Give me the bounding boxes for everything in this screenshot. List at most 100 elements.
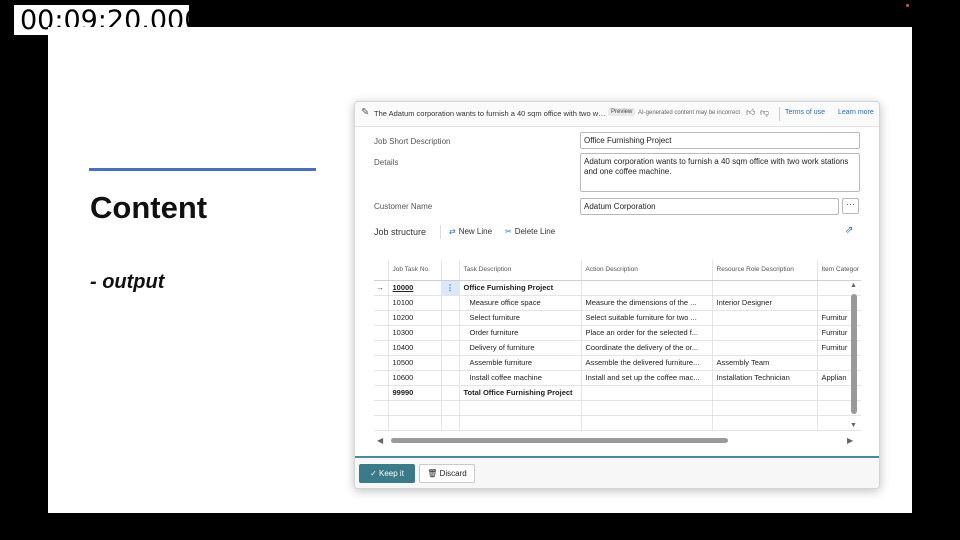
action-description-cell[interactable] — [581, 280, 713, 296]
empty-cell[interactable] — [388, 400, 442, 416]
resource-role-cell[interactable] — [712, 325, 818, 341]
table-row[interactable]: 10100 Measure office space Measure the d… — [374, 295, 861, 311]
vertical-scroll-thumb[interactable] — [851, 294, 857, 414]
scroll-left-icon[interactable]: ◀ — [377, 436, 383, 445]
thumbs-down-icon[interactable]: 👎︎ — [760, 107, 769, 118]
column-header-job-task-no[interactable]: Job Task No. — [388, 260, 442, 281]
empty-cell[interactable] — [581, 415, 713, 431]
row-menu-cell — [441, 325, 460, 341]
prompt-text[interactable]: The Adatum corporation wants to furnish … — [374, 109, 606, 118]
vertical-scrollbar[interactable]: ▲ ▼ — [850, 282, 858, 430]
customer-name-label: Customer Name — [374, 202, 433, 211]
empty-cell[interactable] — [459, 415, 582, 431]
row-menu-cell — [441, 295, 460, 311]
action-description-cell[interactable] — [581, 385, 713, 401]
row-marker-cell — [374, 370, 389, 386]
table-row[interactable]: 10600 Install coffee machine Install and… — [374, 370, 861, 386]
slide-accent-rule — [89, 168, 316, 171]
job-task-no-cell[interactable]: 10200 — [388, 310, 442, 326]
task-description-cell[interactable]: Select furniture — [459, 310, 582, 326]
resource-role-cell[interactable] — [712, 310, 818, 326]
job-task-no-cell[interactable]: 10100 — [388, 295, 442, 311]
row-marker-cell — [374, 385, 389, 401]
job-task-no-cell[interactable]: 99990 — [388, 385, 442, 401]
terms-of-use-link[interactable]: Terms of use — [785, 109, 825, 116]
row-menu-cell — [441, 370, 460, 386]
task-description-cell[interactable]: Measure office space — [459, 295, 582, 311]
scroll-up-icon[interactable]: ▲ — [850, 282, 857, 289]
row-menu-cell — [441, 355, 460, 371]
thumbs-up-icon[interactable]: 👍︎ — [746, 107, 755, 118]
empty-cell — [441, 400, 460, 416]
share-icon[interactable]: ⇗ — [845, 225, 853, 236]
resource-role-cell[interactable]: Interior Designer — [712, 295, 818, 311]
ai-disclaimer: AI-generated content may be incorrect — [638, 110, 741, 116]
table-row-empty[interactable] — [374, 400, 861, 416]
job-task-no-cell[interactable]: 10400 — [388, 340, 442, 356]
pencil-icon[interactable]: ✎ — [361, 107, 371, 119]
empty-cell[interactable] — [388, 415, 442, 431]
job-short-description-input[interactable]: Office Furnishing Project — [580, 132, 860, 149]
column-header-menu — [441, 260, 460, 281]
scroll-down-icon[interactable]: ▼ — [850, 422, 857, 429]
row-menu-icon[interactable]: ⋮ — [441, 280, 460, 296]
resource-role-cell[interactable] — [712, 340, 818, 356]
task-description-cell[interactable]: Total Office Furnishing Project — [459, 385, 582, 401]
discard-button[interactable]: 🗑︎ Discard — [419, 464, 475, 483]
scroll-right-icon[interactable]: ▶ — [847, 436, 853, 445]
action-description-cell[interactable]: Place an order for the selected f... — [581, 325, 713, 341]
task-description-cell[interactable]: Delivery of furniture — [459, 340, 582, 356]
task-description-cell[interactable]: Assemble furniture — [459, 355, 582, 371]
customer-name-input[interactable]: Adatum Corporation — [580, 198, 839, 215]
empty-cell[interactable] — [712, 415, 818, 431]
customer-lookup-button[interactable]: ··· — [842, 198, 859, 214]
resource-role-cell[interactable]: Assembly Team — [712, 355, 818, 371]
delete-line-button[interactable]: ✂ Delete Line — [505, 227, 555, 236]
job-task-no-cell[interactable]: 10600 — [388, 370, 442, 386]
action-description-cell[interactable]: Select suitable furniture for two ... — [581, 310, 713, 326]
action-description-cell[interactable]: Coordinate the delivery of the or... — [581, 340, 713, 356]
column-header-action-description[interactable]: Action Description — [581, 260, 713, 281]
job-task-no-cell[interactable]: 10500 — [388, 355, 442, 371]
resource-role-cell[interactable] — [712, 385, 818, 401]
table-row[interactable]: 10500 Assemble furniture Assemble the de… — [374, 355, 861, 371]
row-marker-cell — [374, 310, 389, 326]
header-divider — [779, 107, 780, 121]
horizontal-scroll-thumb[interactable] — [391, 438, 728, 443]
task-description-cell[interactable]: Install coffee machine — [459, 370, 582, 386]
action-description-cell[interactable]: Install and set up the coffee mac... — [581, 370, 713, 386]
resource-role-cell[interactable] — [712, 280, 818, 296]
action-description-cell[interactable]: Measure the dimensions of the ... — [581, 295, 713, 311]
table-row[interactable]: 10400 Delivery of furniture Coordinate t… — [374, 340, 861, 356]
details-label: Details — [374, 158, 399, 167]
action-description-cell[interactable]: Assemble the delivered furniture... — [581, 355, 713, 371]
preview-badge: Preview — [608, 108, 636, 116]
empty-cell[interactable] — [712, 400, 818, 416]
job-task-no-cell[interactable]: 10000 — [388, 280, 442, 296]
column-header-item-category[interactable]: Item Categor — [817, 260, 861, 281]
horizontal-scrollbar[interactable]: ◀ ▶ — [377, 436, 857, 445]
discard-label: Discard — [439, 469, 467, 478]
column-header-marker — [374, 260, 389, 281]
resource-role-cell[interactable]: Installation Technician — [712, 370, 818, 386]
details-textarea[interactable]: Adatum corporation wants to furnish a 40… — [580, 153, 860, 192]
table-row[interactable]: 10300 Order furniture Place an order for… — [374, 325, 861, 341]
keep-it-button[interactable]: ✓ Keep it — [359, 464, 415, 483]
column-header-resource-role[interactable]: Resource Role Description — [712, 260, 818, 281]
slide-title: Content — [90, 190, 208, 225]
table-row[interactable]: → 10000 ⋮ Office Furnishing Project — [374, 280, 861, 296]
record-dot — [906, 4, 909, 7]
column-header-task-description[interactable]: Task Description — [459, 260, 582, 281]
trash-icon: 🗑︎ — [427, 469, 440, 478]
learn-more-link[interactable]: Learn more — [838, 109, 874, 116]
new-line-button[interactable]: ⇄ New Line — [449, 227, 492, 236]
task-description-cell[interactable]: Order furniture — [459, 325, 582, 341]
job-task-no-cell[interactable]: 10300 — [388, 325, 442, 341]
task-description-cell[interactable]: Office Furnishing Project — [459, 280, 582, 296]
empty-cell[interactable] — [459, 400, 582, 416]
table-row[interactable]: 99990 Total Office Furnishing Project — [374, 385, 861, 401]
table-row[interactable]: 10200 Select furniture Select suitable f… — [374, 310, 861, 326]
table-row-empty[interactable] — [374, 415, 861, 431]
slide-subtitle: - output — [90, 271, 165, 293]
empty-cell[interactable] — [581, 400, 713, 416]
